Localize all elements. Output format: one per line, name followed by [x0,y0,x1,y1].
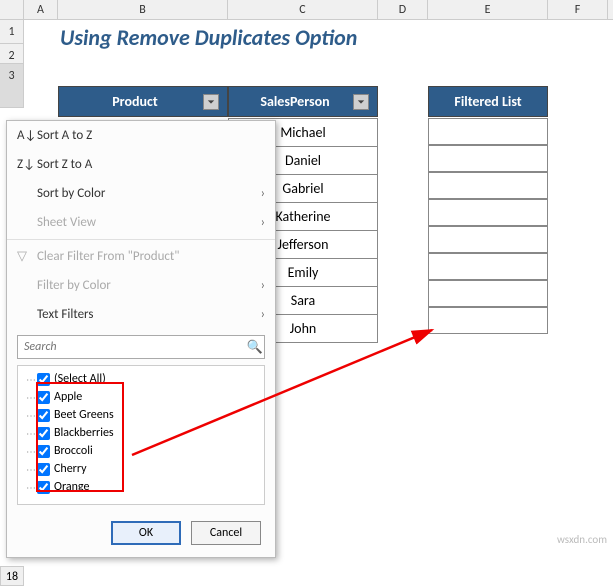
search-input[interactable]: 🔍 [17,335,265,359]
col-C[interactable]: C [228,0,378,19]
filtered-cell[interactable] [428,307,548,334]
column-headers: A B C D E F [0,0,613,20]
row-1[interactable]: 1 [0,20,24,44]
row-headers: 1 2 3 [0,20,24,108]
filter-item[interactable]: ⋯Blackberries [26,424,262,442]
watermark: wsxdn.com [557,533,607,546]
filtered-cell[interactable] [428,172,548,199]
text-filters[interactable]: Text Filters› [7,300,275,329]
product-header[interactable]: Product [58,86,228,117]
sort-za[interactable]: Z↓Sort Z to A [7,150,275,179]
checkbox[interactable] [37,427,50,440]
filter-item[interactable]: ⋯Apple [26,388,262,406]
row-3[interactable]: 3 [0,64,24,108]
filter-item[interactable]: ⋯Orange [26,478,262,496]
clear-filter: ▽Clear Filter From "Product" [7,242,275,271]
checkbox[interactable] [37,409,50,422]
filter-item[interactable]: ⋯Cherry [26,460,262,478]
filter-item[interactable]: ⋯Broccoli [26,442,262,460]
sort-by-color[interactable]: Sort by Color› [7,179,275,208]
checkbox[interactable] [37,445,50,458]
filter-item[interactable]: ⋯Beet Greens [26,406,262,424]
col-D[interactable]: D [378,0,428,19]
sort-az[interactable]: A↓Sort A to Z [7,121,275,150]
checkbox[interactable] [37,463,50,476]
funnel-icon: ▽ [17,249,37,264]
filter-checklist: ⋯(Select All) ⋯Apple⋯Beet Greens⋯Blackbe… [17,365,265,505]
filter-dropdown-icon[interactable] [203,94,219,110]
sort-az-icon: A↓ [17,128,37,143]
filtered-cell[interactable] [428,226,548,253]
filtered-list-header: Filtered List [428,86,548,117]
salesperson-header[interactable]: SalesPerson [228,86,378,117]
sort-za-icon: Z↓ [17,157,37,172]
filter-by-color: Filter by Color› [7,271,275,300]
filtered-cell[interactable] [428,280,548,307]
ok-button[interactable]: OK [111,521,181,545]
col-A[interactable]: A [24,0,58,19]
col-E[interactable]: E [428,0,548,19]
cancel-button[interactable]: Cancel [191,521,261,545]
page-title: Using Remove Duplicates Option [60,24,357,51]
col-B[interactable]: B [58,0,228,19]
chevron-right-icon: › [261,307,265,322]
select-all-item[interactable]: ⋯(Select All) [26,370,262,388]
checkbox[interactable] [37,481,50,494]
search-icon: 🔍 [246,340,264,355]
row-2[interactable]: 2 [0,44,24,64]
filtered-cell[interactable] [428,199,548,226]
row-18[interactable]: 18 [0,566,24,586]
col-F[interactable]: F [548,0,608,19]
filter-dropdown-icon[interactable] [353,94,369,110]
filtered-cell[interactable] [428,145,548,172]
chevron-right-icon: › [261,186,265,201]
checkbox[interactable] [37,391,50,404]
sheet-view: Sheet View› [7,208,275,237]
filtered-cell[interactable] [428,118,548,145]
filter-menu: A↓Sort A to Z Z↓Sort Z to A Sort by Colo… [6,120,276,558]
filtered-cell[interactable] [428,253,548,280]
